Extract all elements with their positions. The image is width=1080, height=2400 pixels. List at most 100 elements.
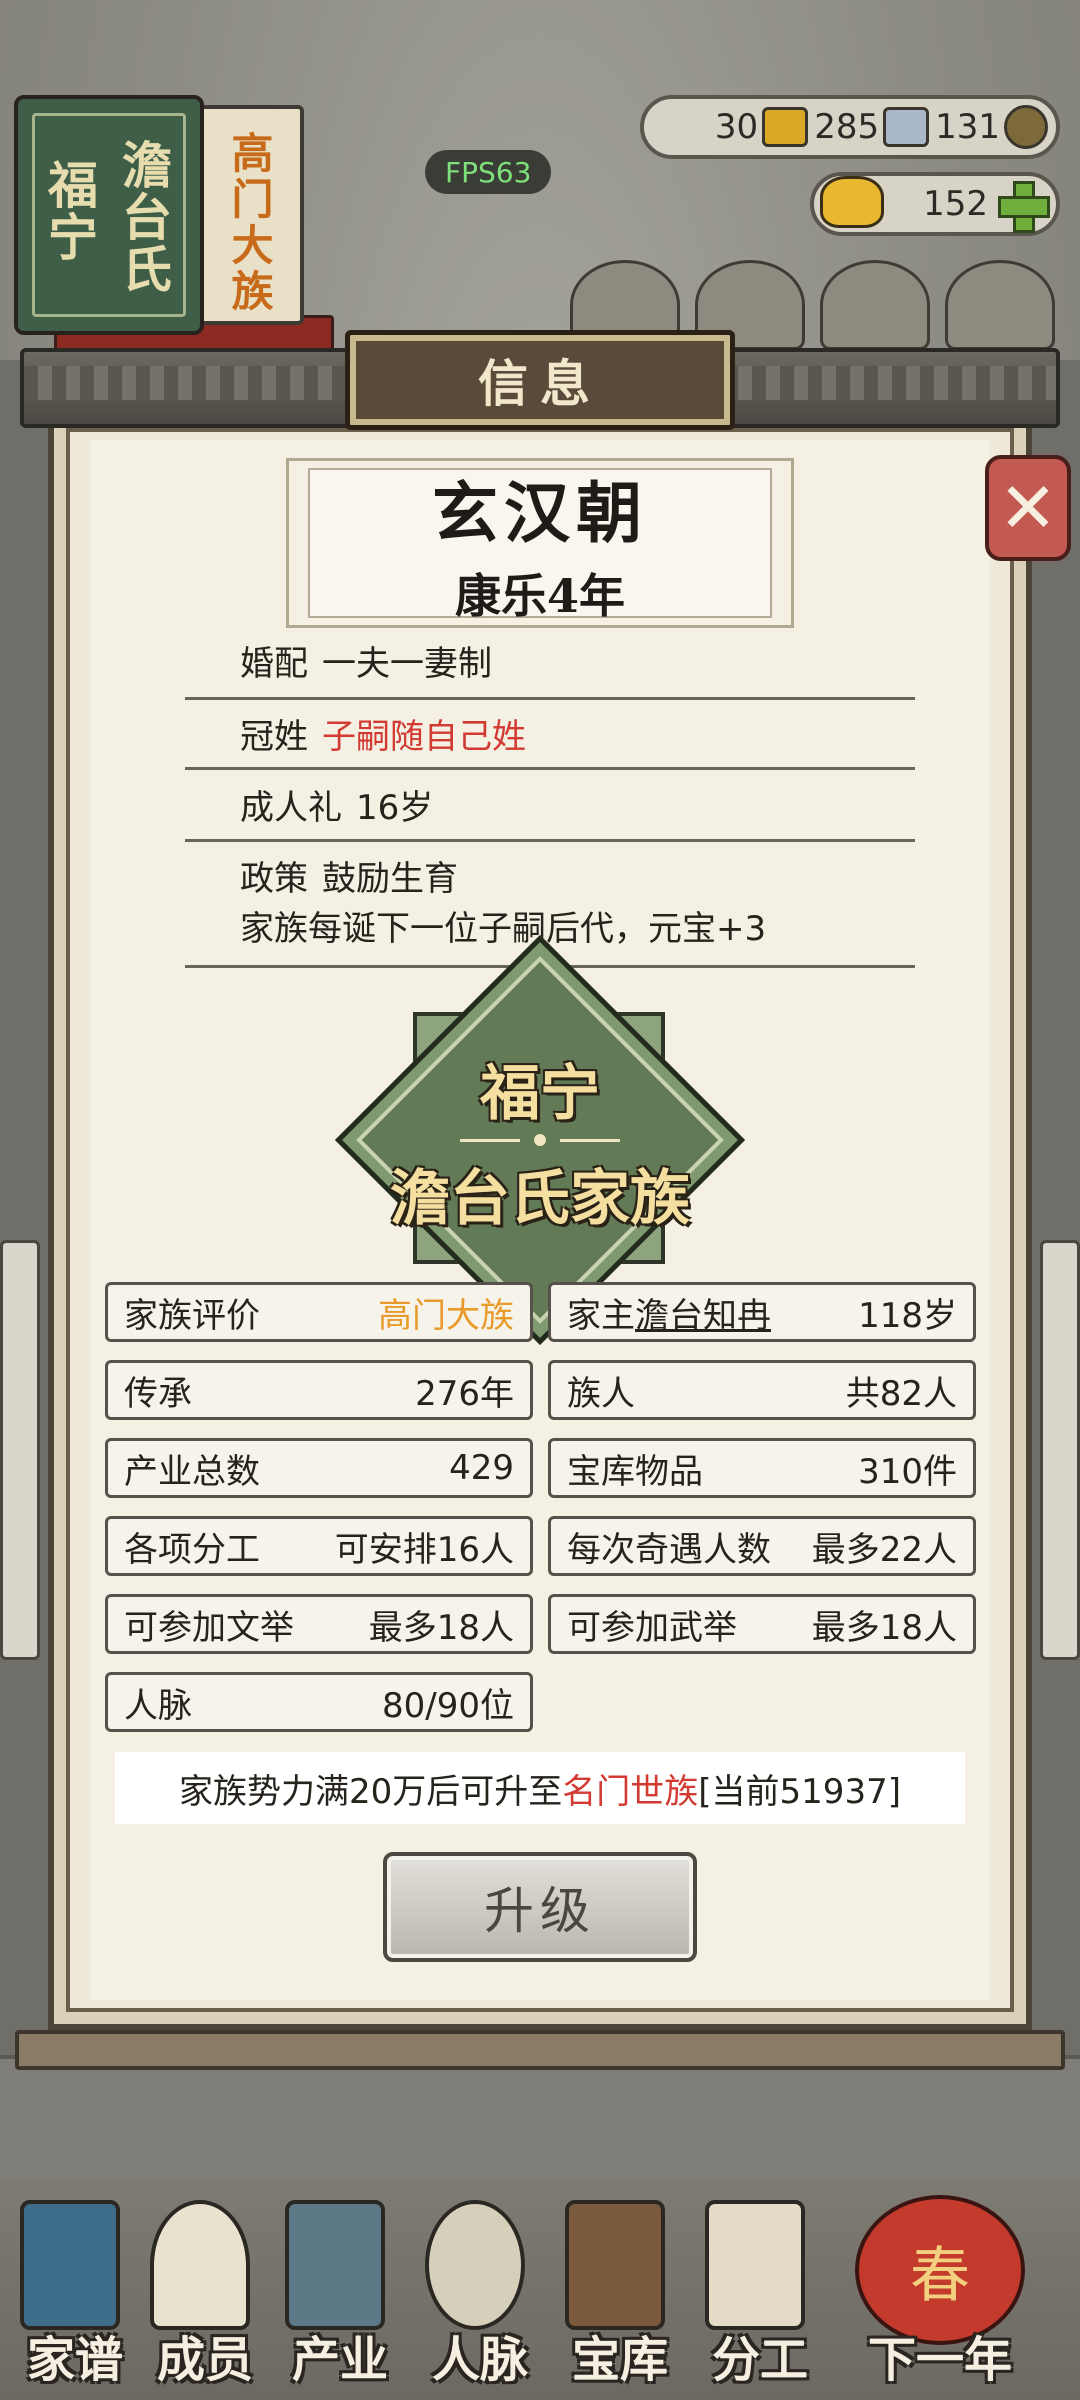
close-icon: ✕ [998,467,1058,549]
era-box: 玄汉朝 康乐4年 [286,458,794,628]
plus-icon[interactable] [996,179,1050,233]
stat-label: 产业总数 [124,1451,260,1492]
nav-label: 下一年 [867,2332,1012,2388]
stat-value: 276年 [415,1373,514,1414]
modal-base [15,2030,1065,2070]
clan-book[interactable]: 高门大族 福宁 澹台氏 [14,95,334,355]
stat-label: 族人 [567,1373,635,1414]
nav-next-year[interactable]: 下一年 [855,2190,1025,2390]
stat-label: 可参加文举 [124,1607,294,1648]
resource-bar: 30 285 131 [640,95,1060,159]
emblem-divider [460,1134,620,1146]
stat-value: 高门大族 [378,1295,514,1336]
silver-count: 285 [814,107,880,147]
stat-industry: 产业总数 429 [105,1438,533,1498]
stat-labor: 各项分工 可安排16人 [105,1516,533,1576]
book-spine: 高门大族 [194,105,304,325]
dynasty-name: 玄汉朝 [432,474,648,552]
nav-label: 产业 [291,2332,388,2388]
nav-members[interactable]: 成员 [130,2190,260,2390]
menu-icon[interactable] [820,260,930,350]
modal-title: 信息 [345,330,735,430]
notice-target-rank: 名门世族 [562,1771,699,1812]
rule-adulthood: 成人礼 16岁 [185,774,915,842]
rule-label: 政策 [240,859,308,899]
silver-resource: 285 [814,107,930,147]
coins-count: 131 [935,107,1000,147]
upgrade-notice: 家族势力满20万后可升至 名门世族 [当前51937] [115,1752,965,1824]
nav-industry[interactable]: 产业 [265,2190,395,2390]
clan-name-label: 澹台氏 [114,139,172,295]
rule-label: 婚配 [240,644,308,684]
rule-value: 子嗣随自己姓 [322,717,526,757]
clan-rank-label: 高门大族 [225,131,274,315]
notice-prefix: 家族势力满20万后可升至 [179,1771,563,1812]
nav-label: 成员 [156,2332,253,2388]
nav-vault[interactable]: 宝库 [545,2190,675,2390]
yuanbao-icon [820,176,884,228]
stat-encounter: 每次奇遇人数 最多22人 [548,1516,976,1576]
stat-clan-head[interactable]: 家主澹台知冉 118岁 [548,1282,976,1342]
book-cover: 福宁 澹台氏 [14,95,204,335]
rule-label: 冠姓 [240,717,308,757]
stat-military-exam: 可参加武举 最多18人 [548,1594,976,1654]
rule-value: 一夫一妻制 [322,644,492,684]
stat-value: 最多22人 [811,1529,957,1570]
genealogy-book-icon [20,2200,120,2330]
treasure-chest-icon [565,2200,665,2330]
stat-value: 最多18人 [368,1607,514,1648]
clan-head-name[interactable]: 澹台知冉 [635,1296,771,1336]
stat-value: 最多18人 [811,1607,957,1648]
emblem-place: 福宁 [480,1059,600,1129]
gold-bar-icon [762,107,809,147]
stat-network: 人脉 80/90位 [105,1672,533,1732]
rule-surname: 冠姓 子嗣随自己姓 [185,704,915,770]
rule-value: 16岁 [356,788,434,828]
stat-label: 家主 [567,1295,635,1336]
nav-label: 家谱 [26,2332,123,2388]
rule-value: 鼓励生育 [322,859,458,899]
gold-bars-resource: 30 [714,107,809,147]
stat-value: 80/90位 [382,1685,514,1726]
rule-note: 家族每诞下一位子嗣后代，元宝+3 [240,909,767,949]
stat-value: 118岁 [858,1295,957,1336]
notice-suffix: [当前51937] [698,1771,901,1812]
gold-bars-count: 30 [714,107,759,147]
rule-label: 成人礼 [240,788,342,828]
member-portrait-icon [150,2200,250,2330]
stat-civil-exam: 可参加文举 最多18人 [105,1594,533,1654]
stat-label: 每次奇遇人数 [567,1529,771,1570]
stat-value: 共82人 [845,1373,957,1414]
stat-label: 各项分工 [124,1529,260,1570]
scroll-icon [705,2200,805,2330]
upgrade-button[interactable]: 升级 [383,1852,697,1962]
network-icon [425,2200,525,2330]
silver-icon [883,107,930,147]
fps-counter: FPS63 [425,150,552,194]
stat-label: 家族评价 [124,1295,260,1336]
emblem-clan: 澹台氏家族 [390,1164,690,1234]
nav-label: 人脉 [431,2332,528,2388]
building-icon [285,2200,385,2330]
stat-rating: 家族评价 高门大族 [105,1282,533,1342]
clan-place-label: 福宁 [40,159,98,263]
stat-value: 可安排16人 [334,1529,514,1570]
settings-icon[interactable] [945,260,1055,350]
yuanbao-count: 152 [923,184,988,224]
stat-vault: 宝库物品 310件 [548,1438,976,1498]
nav-network[interactable]: 人脉 [405,2190,535,2390]
close-button[interactable]: ✕ [985,455,1071,561]
stat-value: 429 [449,1448,514,1488]
stat-label: 宝库物品 [567,1451,703,1492]
stat-label: 可参加武举 [567,1607,737,1648]
nav-labor[interactable]: 分工 [685,2190,815,2390]
stat-label: 人脉 [124,1685,192,1726]
stat-value: 310件 [858,1451,957,1492]
nav-label: 宝库 [571,2332,668,2388]
stat-heritage: 传承 276年 [105,1360,533,1420]
stat-members: 族人 共82人 [548,1360,976,1420]
background-card [1040,1240,1080,1660]
stat-label: 传承 [124,1373,192,1414]
background-card [0,1240,40,1660]
nav-genealogy[interactable]: 家谱 [0,2190,130,2390]
